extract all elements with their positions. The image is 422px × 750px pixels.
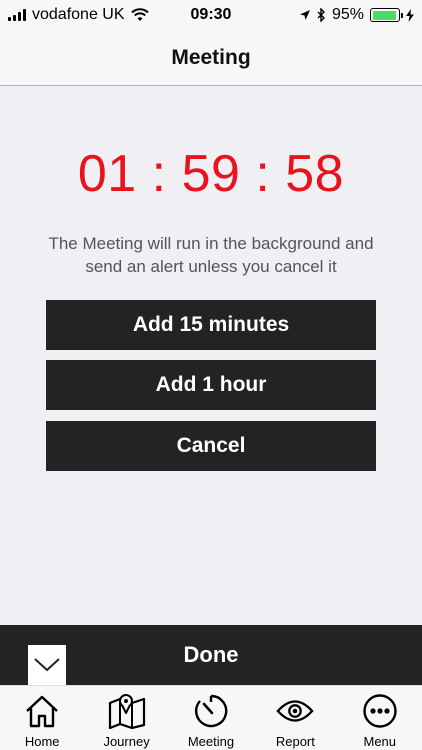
tab-bar: Home Journey Meeting Report Menu	[0, 685, 422, 750]
tab-home[interactable]: Home	[0, 692, 84, 749]
battery-icon	[370, 8, 403, 22]
tab-menu[interactable]: Menu	[338, 692, 422, 749]
tab-journey-label: Journey	[103, 734, 150, 749]
location-icon	[299, 10, 310, 20]
collapse-button[interactable]	[28, 645, 66, 685]
tab-report-label: Report	[275, 734, 315, 749]
chevron-down-icon	[34, 658, 60, 672]
tab-meeting[interactable]: Meeting	[169, 692, 253, 749]
info-message: The Meeting will run in the background a…	[20, 232, 402, 278]
tab-home-label: Home	[24, 734, 60, 749]
done-button[interactable]: Done	[184, 642, 239, 668]
more-icon	[363, 694, 397, 728]
status-left: vodafone UK	[8, 6, 149, 24]
timer-icon	[195, 694, 228, 728]
battery-percent: 95%	[331, 6, 364, 23]
info-message-line2: send an alert unless you cancel it	[85, 257, 337, 276]
add-1-hour-button[interactable]: Add 1 hour	[46, 360, 376, 410]
page-title: Meeting	[171, 45, 251, 69]
wifi-icon	[130, 8, 149, 21]
eye-icon	[276, 700, 314, 722]
cancel-button[interactable]: Cancel	[46, 421, 376, 471]
carrier-label: vodafone UK	[32, 6, 125, 23]
map-icon	[108, 694, 145, 729]
tab-meeting-label: Meeting	[187, 734, 235, 749]
tab-report[interactable]: Report	[253, 692, 337, 749]
tab-journey[interactable]: Journey	[85, 692, 169, 749]
info-message-line1: The Meeting will run in the background a…	[48, 234, 374, 253]
add-15-minutes-button[interactable]: Add 15 minutes	[46, 300, 376, 350]
bluetooth-icon	[317, 8, 325, 22]
signal-icon	[8, 9, 26, 21]
status-bar: vodafone UK 09:30 95%	[0, 0, 422, 30]
done-bar[interactable]: Done	[0, 625, 422, 685]
status-right: 95%	[299, 6, 414, 24]
navigation-bar: Meeting	[0, 30, 422, 86]
charging-icon	[406, 8, 414, 22]
tab-menu-label: Menu	[363, 734, 397, 749]
home-icon	[26, 695, 59, 728]
countdown-timer: 01 : 59 : 58	[77, 145, 345, 203]
